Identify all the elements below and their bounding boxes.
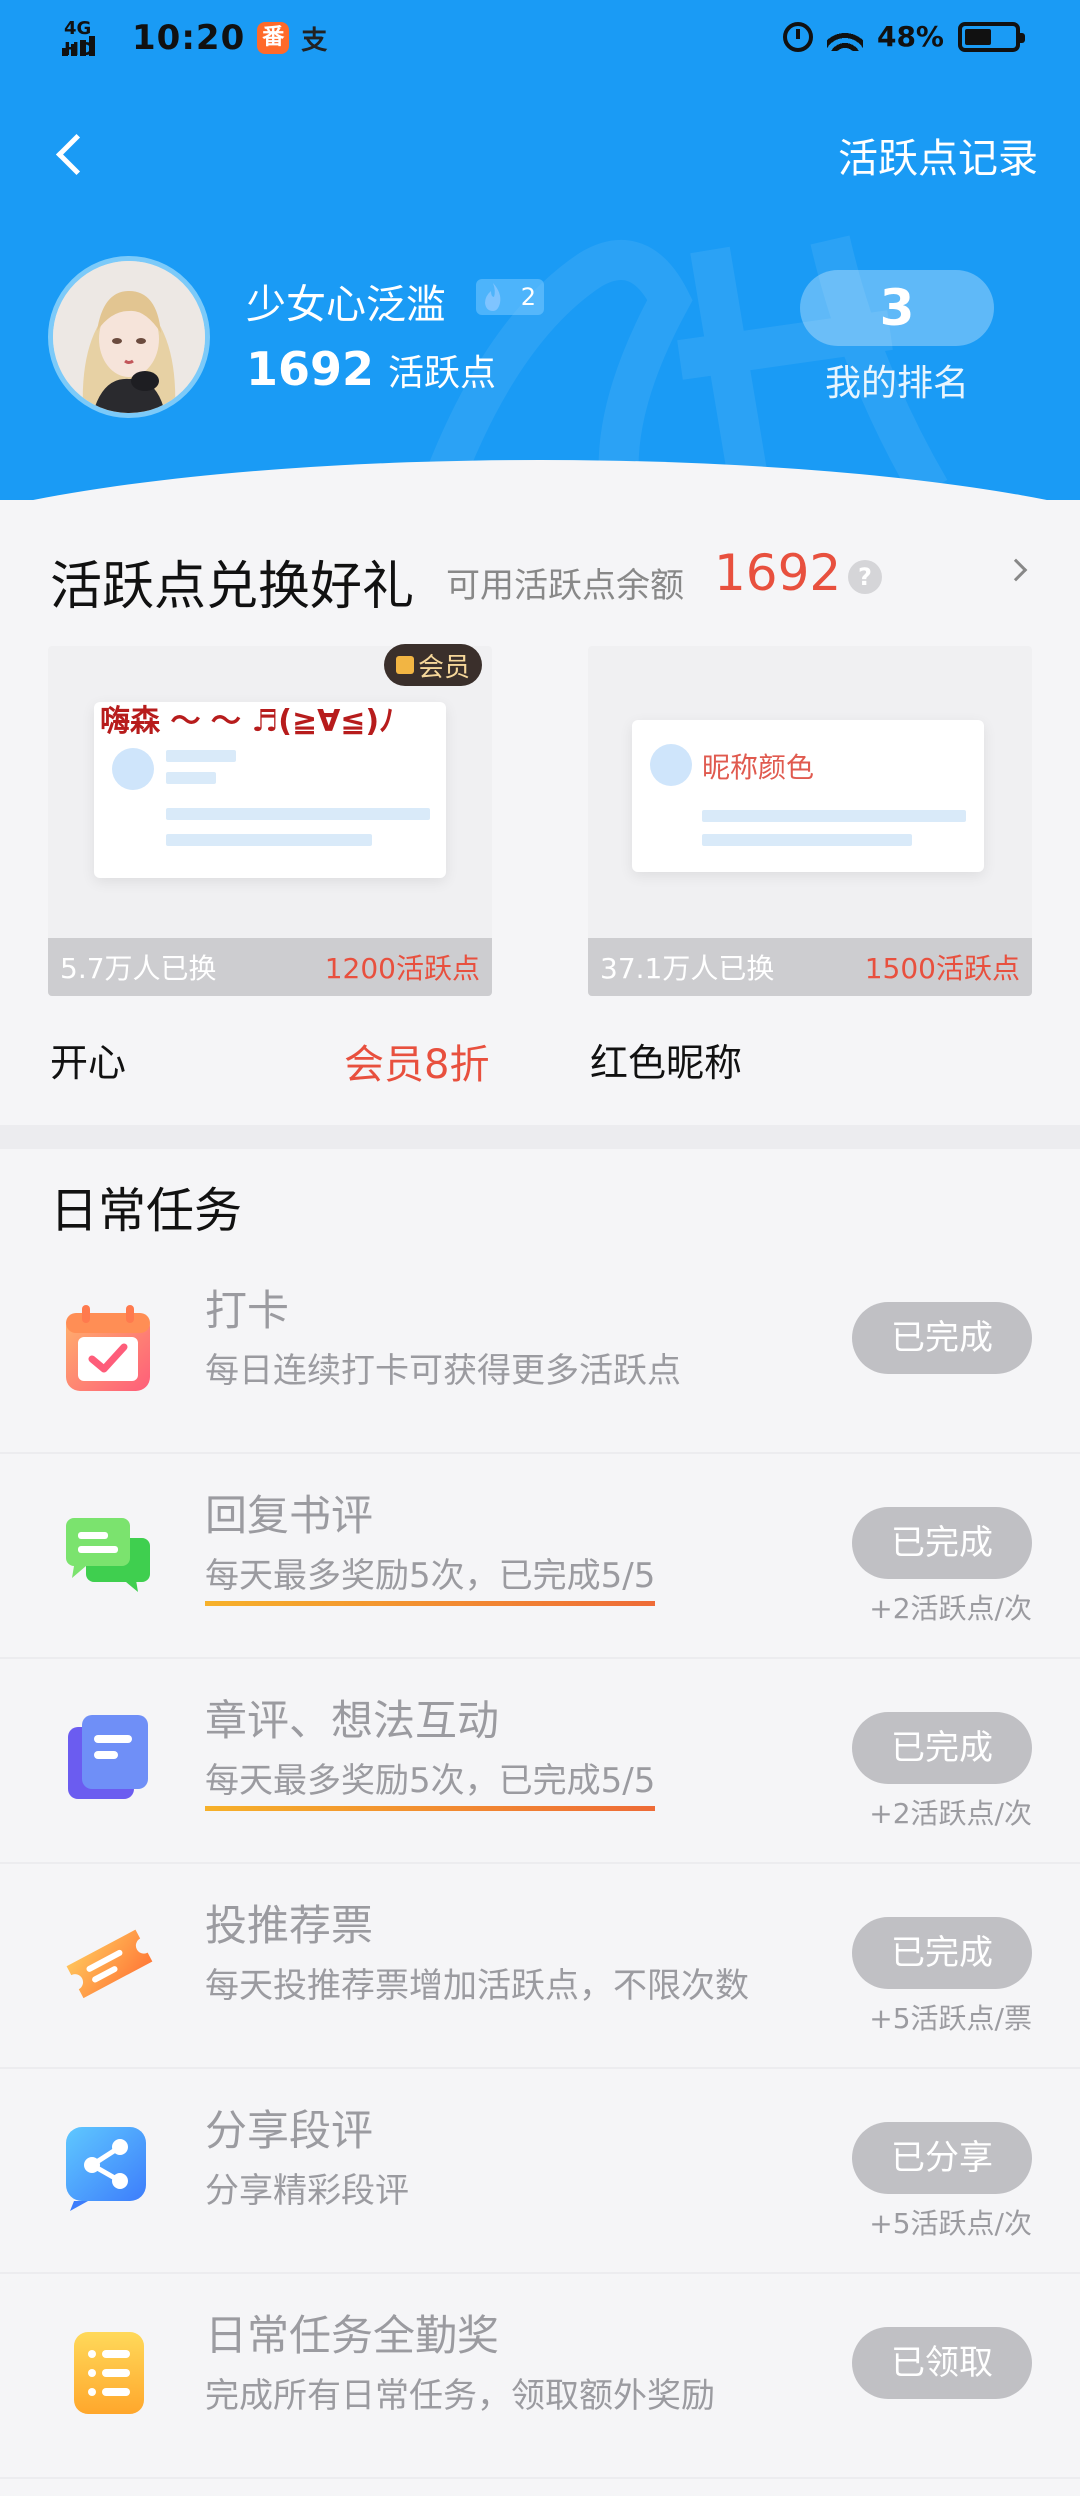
gift-card-happy[interactable]: 嗨森 ～ ～ ♬(≧∀≦)ﾉ 5.7万人已换 1200活跃点 (48, 646, 492, 996)
points-unit: 活跃点 (388, 353, 497, 394)
gift-name: 红色昵称 (590, 1041, 743, 1085)
crown-icon (395, 656, 414, 674)
avatar-placeholder (112, 748, 154, 790)
task-row-recommend-ticket: 投推荐票 每天投推荐票增加活跃点，不限次数 已完成 +5活跃点/票 (0, 1864, 1080, 2069)
member-discount: 会员8折 (344, 1042, 490, 1088)
daily-tasks-section: 日常任务 打卡 每日连续打卡可获得更多活跃点 已完成 回复书评 每天最多奖励5次… (0, 1149, 1080, 2496)
exchange-count: 37.1万人已换 (600, 952, 775, 985)
member-label: 会员 (417, 652, 470, 683)
list-icon (74, 2332, 144, 2414)
task-progress-desc: 每天最多奖励5次，已完成5/5 (205, 1548, 656, 1606)
task-row-chapter-review: 章评、想法互动 每天最多奖励5次，已完成5/5 已完成 +2活跃点/次 (0, 1659, 1080, 1864)
rank-badge[interactable]: 3 (800, 270, 994, 346)
back-arrow-icon[interactable] (50, 130, 90, 180)
calendar-check-icon (66, 1305, 150, 1391)
task-reward: +2活跃点/次 (869, 1797, 1032, 1830)
task-desc: 完成所有日常任务，领取额外奖励 (205, 2376, 715, 2416)
placeholder-line (702, 834, 912, 846)
member-badge: 会员 (384, 644, 482, 686)
gift-info-bar: 37.1万人已换 1500活跃点 (588, 938, 1032, 996)
signal-icon: 4G HD (62, 18, 95, 60)
gift-preview: 嗨森 ～ ～ ♬(≧∀≦)ﾉ (94, 702, 446, 878)
wifi-icon (826, 22, 863, 51)
task-row-checkin: 打卡 每日连续打卡可获得更多活跃点 已完成 (0, 1249, 1080, 1454)
balance-label: 可用活跃点余额 (446, 566, 684, 606)
chat-bubbles-icon (66, 1518, 150, 1592)
task-row-share: 分享段评 分享精彩段评 已分享 +5活跃点/次 (0, 2069, 1080, 2274)
ticket-icon (66, 1929, 153, 1999)
balance-value: 1692 (714, 544, 842, 602)
task-row-reply-review: 回复书评 每天最多奖励5次，已完成5/5 已完成 +2活跃点/次 (0, 1454, 1080, 1659)
placeholder-line (166, 808, 430, 820)
task-progress-desc: 每天最多奖励5次，已完成5/5 (205, 1753, 656, 1811)
header-banner: 4G HD 10:20 番 支 48% 活跃点记录 少女心泛滥 2 1692 活… (0, 0, 1080, 500)
section-title: 日常任务 (50, 1183, 243, 1239)
section-title: 活跃点兑换好礼 (50, 557, 415, 617)
task-status-button[interactable]: 已完成 (852, 1712, 1032, 1784)
task-desc: 分享精彩段评 (205, 2171, 409, 2211)
gift-cost: 1200活跃点 (324, 952, 480, 985)
placeholder-line (166, 750, 236, 762)
task-reward: +2活跃点/次 (869, 1592, 1032, 1625)
placeholder-line (166, 834, 372, 846)
task-name: 投推荐票 (205, 1901, 374, 1950)
clock: 10:20 (132, 18, 246, 58)
battery-icon (958, 21, 1025, 52)
alipay-notification-icon: 支 (301, 25, 328, 56)
task-name: 分享段评 (205, 2106, 374, 2155)
alarm-icon (782, 21, 813, 52)
task-name: 回复书评 (205, 1491, 374, 1540)
task-desc: 每日连续打卡可获得更多活跃点 (205, 1351, 681, 1391)
activity-record-link[interactable]: 活跃点记录 (838, 126, 1038, 184)
points-value: 1692 (246, 342, 375, 396)
placeholder-line (702, 810, 966, 822)
rank-label: 我的排名 (824, 363, 969, 404)
task-row-full-attendance: 日常任务全勤奖 完成所有日常任务，领取额外奖励 已领取 (0, 2274, 1080, 2479)
gift-preview: 昵称颜色 (632, 720, 984, 872)
task-status-button[interactable]: 已领取 (852, 2327, 1032, 2399)
preview-text: 嗨森 ～ ～ ♬(≧∀≦)ﾉ (100, 704, 395, 739)
task-reward: +5活跃点/票 (869, 2002, 1032, 2035)
points-display: 1692 活跃点 (246, 342, 496, 396)
task-name: 打卡 (205, 1286, 290, 1335)
section-divider (0, 1125, 1080, 1149)
exchange-section: 活跃点兑换好礼 可用活跃点余额 1692 ? 嗨森 ～ ～ ♬(≧∀≦)ﾉ 5.… (0, 500, 1080, 1125)
chevron-right-icon[interactable] (1004, 558, 1028, 582)
username: 少女心泛滥 (246, 282, 446, 328)
gift-info-bar: 5.7万人已换 1200活跃点 (48, 938, 492, 996)
share-icon (66, 2127, 146, 2211)
level-badge: 2 (476, 279, 544, 315)
gift-card-red-nickname[interactable]: 昵称颜色 37.1万人已换 1500活跃点 (588, 646, 1032, 996)
task-name: 日常任务全勤奖 (205, 2311, 500, 2360)
battery-percent: 48% (876, 20, 944, 53)
gift-name: 开心 (50, 1041, 127, 1085)
flame-icon (485, 283, 501, 311)
preview-text: 昵称颜色 (702, 751, 815, 784)
status-bar: 4G HD 10:20 番 支 48% (0, 0, 1080, 84)
avatar[interactable] (48, 256, 210, 418)
task-status-button[interactable]: 已完成 (852, 1302, 1032, 1374)
page: 4G HD 10:20 番 支 48% 活跃点记录 少女心泛滥 2 1692 活… (0, 0, 1080, 2496)
help-icon[interactable]: ? (848, 560, 882, 594)
avatar-placeholder (650, 744, 692, 786)
app-notification-icon: 番 (257, 22, 290, 54)
placeholder-line (166, 772, 216, 784)
task-name: 章评、想法互动 (205, 1696, 500, 1745)
notes-icon (68, 1715, 148, 1799)
task-desc: 每天投推荐票增加活跃点，不限次数 (205, 1966, 749, 2006)
task-status-button[interactable]: 已完成 (852, 1917, 1032, 1989)
exchange-count: 5.7万人已换 (60, 952, 217, 985)
task-reward: +5活跃点/次 (869, 2207, 1032, 2240)
level-number: 2 (520, 283, 536, 311)
task-status-button[interactable]: 已完成 (852, 1507, 1032, 1579)
gift-cost: 1500活跃点 (864, 952, 1020, 985)
task-status-button[interactable]: 已分享 (852, 2122, 1032, 2194)
